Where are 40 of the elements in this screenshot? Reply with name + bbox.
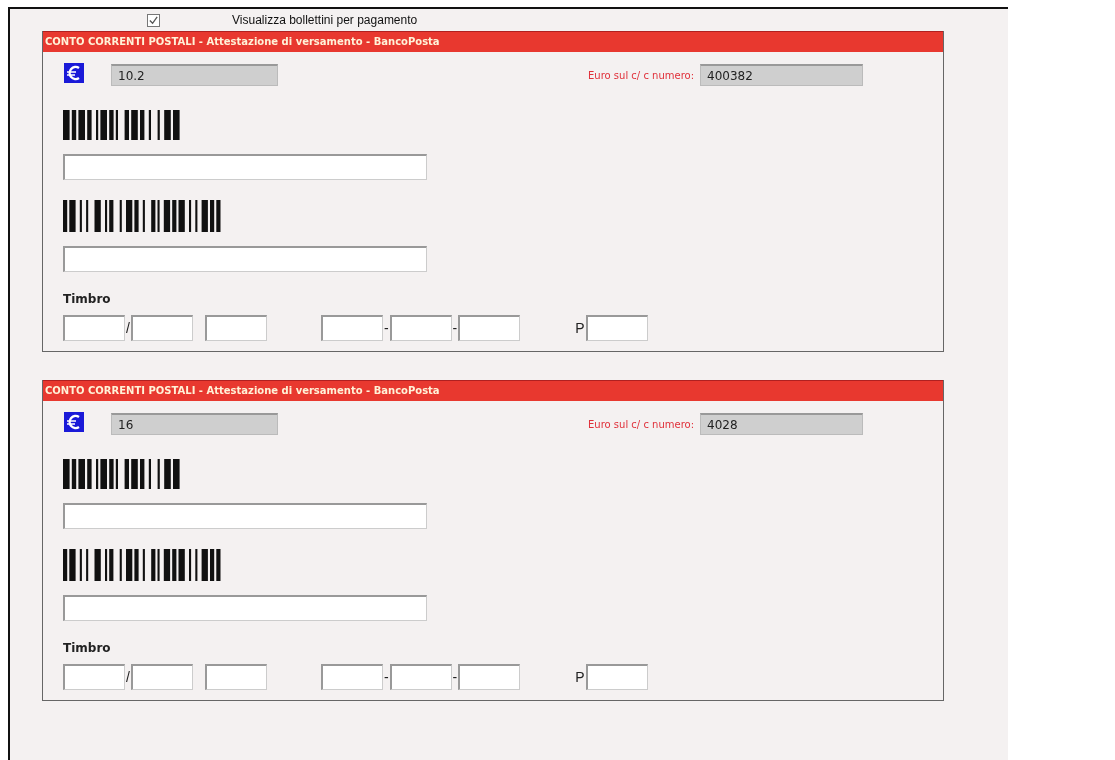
account-label: Euro sul c/ c numero:: [588, 69, 695, 81]
euro-icon: [64, 412, 84, 432]
separator-text: P: [574, 320, 586, 336]
separator-text: -: [451, 320, 459, 336]
input-field[interactable]: [63, 315, 125, 341]
amount-field[interactable]: 10.2: [111, 64, 278, 86]
input-field[interactable]: [63, 503, 427, 529]
input-field[interactable]: [585, 315, 648, 341]
separator-text: -: [382, 669, 390, 685]
input-field[interactable]: [320, 664, 383, 690]
input-field[interactable]: [320, 315, 383, 341]
checkbox-label: Visualizza bollettini per pagamento: [232, 13, 418, 27]
input-field[interactable]: [458, 664, 521, 690]
euro-icon: [64, 63, 84, 83]
account-field[interactable]: 4028: [700, 413, 864, 435]
separator-text: /: [125, 320, 131, 336]
stamp-label: Timbro: [63, 292, 111, 306]
separator-text: P: [574, 669, 586, 685]
account-label: Euro sul c/ c numero:: [588, 418, 695, 430]
separator-text: /: [125, 669, 131, 685]
input-field[interactable]: [204, 315, 267, 341]
separator-text: -: [451, 669, 459, 685]
checkbox[interactable]: [147, 13, 160, 27]
separator-text: -: [382, 320, 390, 336]
input-field[interactable]: [204, 664, 267, 690]
input-field[interactable]: [389, 315, 452, 341]
input-field[interactable]: [458, 315, 521, 341]
slip-header: CONTO CORRENTI POSTALI - Attestazione di versamento - BancoPosta: [43, 31, 943, 52]
account-field[interactable]: 400382: [700, 64, 864, 86]
stamp-label: Timbro: [63, 641, 111, 655]
input-field[interactable]: [63, 664, 125, 690]
amount-field[interactable]: 16: [111, 413, 278, 435]
input-field[interactable]: [130, 664, 193, 690]
input-field[interactable]: [130, 315, 193, 341]
slip-header: CONTO CORRENTI POSTALI - Attestazione di versamento - BancoPosta: [43, 380, 943, 401]
input-field[interactable]: [585, 664, 648, 690]
input-field[interactable]: [63, 246, 427, 272]
input-field[interactable]: [63, 595, 427, 621]
input-field[interactable]: [389, 664, 452, 690]
input-field[interactable]: [63, 154, 427, 180]
